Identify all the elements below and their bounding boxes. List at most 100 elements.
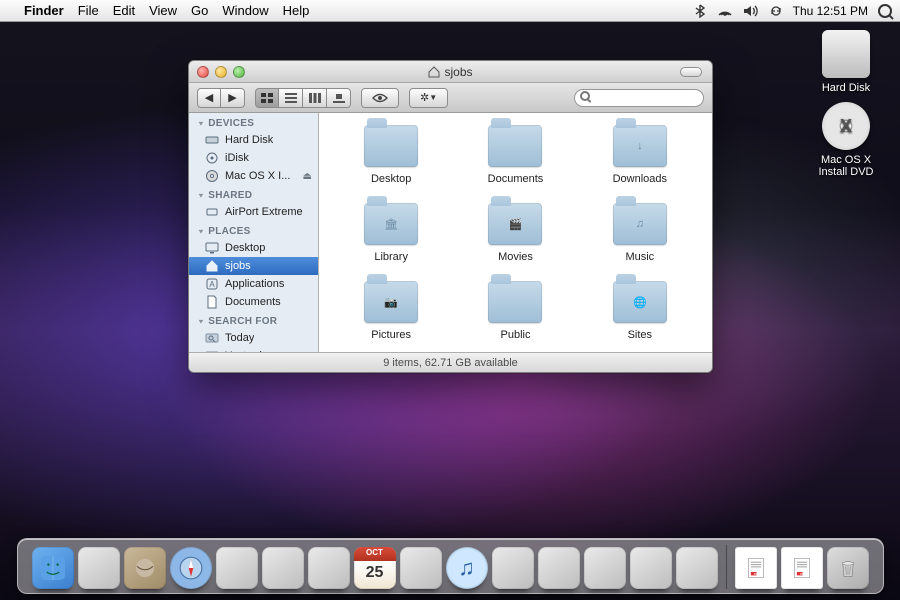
itunes-icon: ♫ [458, 555, 475, 581]
dock-app-finder[interactable] [32, 547, 74, 589]
sidebar-item-label: iDisk [225, 152, 249, 164]
volume-icon[interactable] [743, 5, 759, 17]
folder-glyph-icon: 🎬 [488, 203, 542, 245]
sidebar-item-hard-disk[interactable]: Hard Disk [189, 131, 318, 149]
dock-item-document-1[interactable]: PDF [735, 547, 777, 589]
folder-label: Public [501, 329, 531, 341]
toolbar-toggle-button[interactable] [680, 67, 702, 77]
folder-library[interactable]: 🏛Library [329, 203, 453, 263]
window-zoom-button[interactable] [233, 66, 245, 78]
dock-app-ichat[interactable] [216, 547, 258, 589]
dock-app-dashboard[interactable] [78, 547, 120, 589]
svg-text:PDF: PDF [753, 572, 759, 576]
folder-label: Library [374, 251, 408, 263]
sidebar-group-devices[interactable]: DEVICES [189, 113, 318, 131]
folder-documents[interactable]: Documents [453, 125, 577, 185]
menu-item-file[interactable]: File [78, 3, 99, 18]
menubar-app-name[interactable]: Finder [24, 3, 64, 18]
view-list-button[interactable] [279, 88, 303, 108]
dock-app-address-book[interactable] [308, 547, 350, 589]
dock-app-itunes[interactable]: ♫ [446, 547, 488, 589]
folder-public[interactable]: Public [453, 281, 577, 341]
folder-glyph-icon: 📷 [364, 281, 418, 323]
view-columns-button[interactable] [303, 88, 327, 108]
menu-item-help[interactable]: Help [283, 3, 310, 18]
search-icon [205, 331, 219, 345]
window-close-button[interactable] [197, 66, 209, 78]
doc-icon [205, 295, 219, 309]
folder-glyph-icon [488, 125, 542, 167]
eject-icon[interactable]: ⏏ [303, 171, 312, 182]
dock-item-document-2[interactable]: PDF [781, 547, 823, 589]
window-minimize-button[interactable] [215, 66, 227, 78]
menu-item-edit[interactable]: Edit [113, 3, 135, 18]
desktop-icon [205, 241, 219, 255]
sidebar-item-desktop[interactable]: Desktop [189, 239, 318, 257]
menubar: Finder File Edit View Go Window Help Thu 12:5… [0, 0, 900, 22]
view-icons-button[interactable] [255, 88, 279, 108]
finder-content[interactable]: Desktop Documents↓Downloads 🏛Library 🎬 Movie… [319, 113, 712, 352]
desktop-icon-dvd[interactable]: Mac OS X Install DVD [806, 102, 886, 178]
window-title: sjobs [444, 65, 472, 79]
sidebar-item-airport-extreme[interactable]: AirPort Extreme [189, 203, 318, 221]
folder-label: Movies [498, 251, 533, 263]
apps-icon: A [205, 277, 219, 291]
search-icon [205, 349, 219, 352]
sidebar-item-label: Documents [225, 296, 281, 308]
folder-label: Desktop [371, 173, 411, 185]
svg-text:A: A [209, 280, 215, 289]
sidebar-item-sjobs[interactable]: sjobs [189, 257, 318, 275]
sidebar-item-mac-os-x-i-[interactable]: Mac OS X I...⏏ [189, 167, 318, 185]
dock: 25OCT ♫ PDF PDF [17, 538, 884, 594]
sync-icon[interactable] [769, 4, 783, 18]
mail-icon [133, 556, 157, 580]
view-coverflow-button[interactable] [327, 88, 351, 108]
sidebar-item-idisk[interactable]: iDisk [189, 149, 318, 167]
dock-item-trash[interactable] [827, 547, 869, 589]
finder-statusbar: 9 items, 62.71 GB available [189, 352, 712, 372]
sidebar-item-yesterday[interactable]: Yesterday [189, 347, 318, 352]
dock-app-photo-booth[interactable] [400, 547, 442, 589]
folder-icon [488, 125, 542, 167]
window-titlebar[interactable]: sjobs [189, 61, 712, 83]
dock-app-preview[interactable] [262, 547, 304, 589]
airport-icon[interactable] [717, 5, 733, 17]
sidebar-group-search-for[interactable]: SEARCH FOR [189, 311, 318, 329]
dock-app-mail[interactable] [124, 547, 166, 589]
quicklook-button[interactable] [361, 88, 399, 108]
folder-sites[interactable]: 🌐Sites [578, 281, 702, 341]
menubar-clock[interactable]: Thu 12:51 PM [793, 4, 868, 18]
action-menu-button[interactable]: ✲ ▼ [409, 88, 448, 108]
spotlight-icon[interactable] [878, 4, 892, 18]
search-input[interactable] [574, 89, 704, 107]
gear-icon: ✲ [420, 91, 429, 104]
dock-app-spaces[interactable] [492, 547, 534, 589]
sidebar-item-documents[interactable]: Documents [189, 293, 318, 311]
menu-item-go[interactable]: Go [191, 3, 208, 18]
dock-app-time-machine[interactable] [538, 547, 580, 589]
sidebar-item-today[interactable]: Today [189, 329, 318, 347]
desktop-icon-hd[interactable]: Hard Disk [806, 30, 886, 94]
svg-text:PDF: PDF [799, 572, 805, 576]
menu-item-view[interactable]: View [149, 3, 177, 18]
folder-downloads[interactable]: ↓Downloads [578, 125, 702, 185]
sidebar-group-places[interactable]: PLACES [189, 221, 318, 239]
menu-item-window[interactable]: Window [222, 3, 268, 18]
folder-glyph-icon: 🌐 [613, 281, 667, 323]
folder-movies[interactable]: 🎬 Movies [453, 203, 577, 263]
sidebar-item-label: Yesterday [225, 350, 274, 352]
dock-app-safari[interactable] [170, 547, 212, 589]
folder-music[interactable]: ♫Music [578, 203, 702, 263]
dock-app-system-preferences[interactable] [584, 547, 626, 589]
sidebar-item-applications[interactable]: AApplications [189, 275, 318, 293]
hd-icon [822, 30, 870, 78]
bluetooth-icon[interactable] [695, 4, 707, 18]
back-button[interactable]: ◀ [197, 88, 221, 108]
forward-button[interactable]: ▶ [221, 88, 245, 108]
dock-app-isync[interactable] [676, 547, 718, 589]
dock-app-ical[interactable]: 25OCT [354, 547, 396, 589]
folder-pictures[interactable]: 📷Pictures [329, 281, 453, 341]
dock-app-quicktime-player[interactable] [630, 547, 672, 589]
folder-desktop[interactable]: Desktop [329, 125, 453, 185]
sidebar-group-shared[interactable]: SHARED [189, 185, 318, 203]
